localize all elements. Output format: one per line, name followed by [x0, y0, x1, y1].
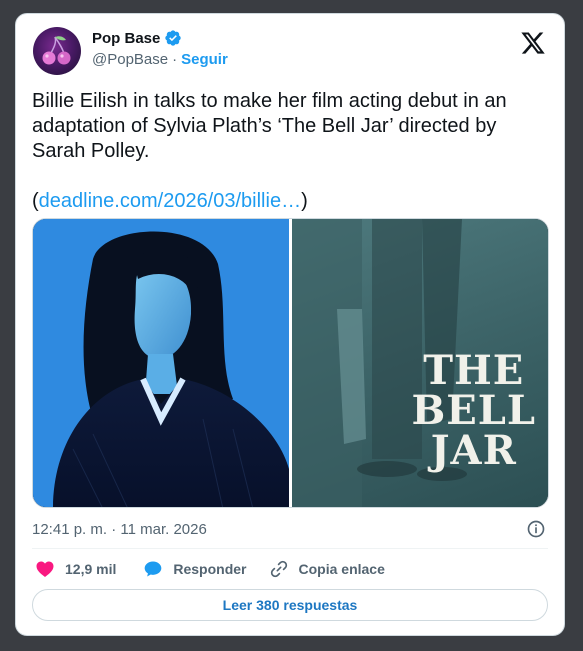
info-icon[interactable]: [526, 519, 546, 539]
reply-label: Responder: [173, 561, 247, 577]
author-handle[interactable]: @PopBase: [92, 51, 168, 68]
bell-jar-title: THE BELL JAR: [411, 347, 536, 474]
media-photo-bell-jar[interactable]: THE BELL JAR: [292, 219, 548, 507]
tweet-header: Pop Base @PopBase · Seguir: [32, 26, 548, 76]
author-handle-row: @PopBase · Seguir: [92, 51, 228, 68]
author-name[interactable]: Pop Base: [92, 30, 160, 47]
x-logo-icon[interactable]: [520, 30, 546, 56]
copy-link-label: Copia enlace: [298, 561, 385, 577]
embedded-tweet-card: Pop Base @PopBase · Seguir Billie Eilish…: [15, 13, 565, 636]
heart-icon: [36, 561, 54, 577]
read-replies-button[interactable]: Leer 380 respuestas: [32, 589, 548, 621]
link-open-paren: (: [32, 190, 39, 212]
read-replies-label: Leer 380 respuestas: [222, 597, 358, 613]
media-photo-billie[interactable]: [33, 219, 289, 507]
author-name-row: Pop Base: [92, 29, 182, 47]
handle-separator: ·: [172, 51, 178, 68]
avatar[interactable]: [33, 27, 81, 75]
divider: [32, 548, 548, 549]
like-count: 12,9 mil: [65, 561, 117, 577]
verified-badge-icon: [165, 30, 182, 46]
article-link[interactable]: deadline.com/2026/03/billie…: [39, 190, 301, 212]
cherries-avatar-icon: [42, 36, 71, 65]
reply-button[interactable]: Responder: [143, 559, 247, 579]
copy-link-button[interactable]: Copia enlace: [269, 559, 385, 579]
reply-bubble-icon: [145, 561, 162, 577]
tweet-link-line: (deadline.com/2026/03/billie…): [32, 189, 552, 214]
tweet-media[interactable]: THE BELL JAR: [32, 218, 549, 508]
link-close-paren: ): [301, 190, 308, 212]
tweet-timestamp[interactable]: 12:41 p. m. · 11 mar. 2026: [32, 521, 207, 538]
tweet-actions: 12,9 mil Responder Copia enlace: [32, 557, 548, 581]
follow-button[interactable]: Seguir: [181, 51, 228, 68]
like-button[interactable]: 12,9 mil: [35, 559, 116, 579]
tweet-body: Billie Eilish in talks to make her film …: [32, 90, 507, 162]
tweet-text: Billie Eilish in talks to make her film …: [32, 89, 552, 214]
link-icon: [270, 560, 287, 578]
timestamp-row: 12:41 p. m. · 11 mar. 2026: [32, 518, 548, 540]
portrait-photo: [33, 219, 289, 507]
